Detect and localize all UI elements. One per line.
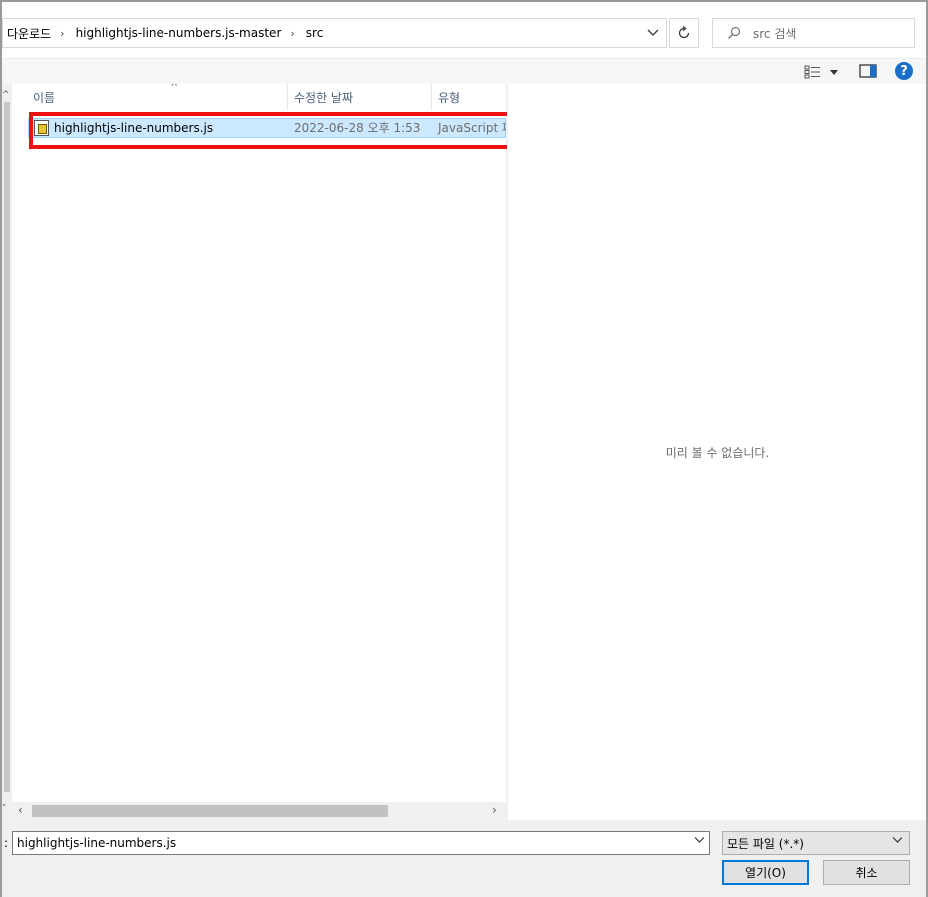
- filetype-select[interactable]: 모든 파일 (*.*): [722, 831, 910, 855]
- column-header-name-label: 이름: [33, 90, 56, 105]
- filetype-value: 모든 파일 (*.*): [727, 836, 804, 851]
- column-header-type-label: 유형: [438, 90, 461, 105]
- caret-down-icon: [830, 70, 838, 75]
- preview-pane-button[interactable]: [859, 64, 877, 80]
- search-icon: [727, 26, 741, 40]
- breadcrumb-separator-icon[interactable]: ›: [283, 27, 301, 40]
- details-view-icon: [804, 65, 820, 79]
- breadcrumb-separator-icon[interactable]: ›: [53, 27, 71, 40]
- chevron-down-icon[interactable]: [694, 836, 705, 847]
- column-header-modified-label: 수정한 날짜: [294, 90, 354, 105]
- column-header-name[interactable]: 이름 ^: [30, 84, 288, 110]
- chevron-down-icon[interactable]: [642, 24, 664, 42]
- filename-label: :: [4, 836, 9, 850]
- sort-ascending-icon: ^: [170, 84, 179, 93]
- search-box[interactable]: src 검색: [712, 18, 915, 48]
- bottom-bar: : highlightjs-line-numbers.js 모든 파일 (*.*…: [2, 820, 926, 897]
- open-button[interactable]: 열기(O): [722, 860, 809, 885]
- scroll-up-icon[interactable]: ^: [2, 90, 10, 100]
- search-placeholder: src 검색: [753, 26, 797, 41]
- nav-pane-scrollbar[interactable]: ^ ˅: [2, 84, 12, 820]
- help-button[interactable]: ?: [895, 62, 913, 80]
- file-open-dialog: 다운로드 › highlightjs-line-numbers.js-maste…: [0, 0, 928, 897]
- scroll-left-icon[interactable]: ‹: [18, 803, 23, 817]
- preview-message: 미리 볼 수 없습니다.: [665, 446, 770, 460]
- address-bar[interactable]: 다운로드 › highlightjs-line-numbers.js-maste…: [2, 18, 667, 48]
- command-bar: ?: [2, 58, 926, 84]
- file-list: 이름 ^ 수정한 날짜 유형 highlightjs-line-numbers.…: [12, 84, 506, 820]
- scroll-right-icon[interactable]: ›: [492, 803, 497, 817]
- column-header-modified[interactable]: 수정한 날짜: [288, 84, 432, 110]
- filename-value: highlightjs-line-numbers.js: [17, 836, 177, 850]
- refresh-button[interactable]: [669, 18, 699, 48]
- scrollbar-thumb[interactable]: [4, 102, 10, 792]
- highlight-box: [29, 112, 517, 149]
- preview-pane-icon: [859, 64, 877, 78]
- breadcrumb-project[interactable]: highlightjs-line-numbers.js-master: [72, 26, 284, 40]
- breadcrumb-downloads[interactable]: 다운로드: [3, 25, 53, 42]
- horizontal-scrollbar[interactable]: ‹ ›: [12, 802, 506, 820]
- filename-combobox[interactable]: highlightjs-line-numbers.js: [12, 831, 710, 855]
- breadcrumb-src[interactable]: src: [302, 26, 326, 40]
- preview-pane: 미리 볼 수 없습니다.: [507, 84, 926, 820]
- top-bar: 다운로드 › highlightjs-line-numbers.js-maste…: [2, 2, 926, 58]
- refresh-icon: [678, 26, 690, 39]
- horizontal-scrollbar-thumb[interactable]: [32, 805, 388, 817]
- scroll-down-icon[interactable]: ˅: [2, 804, 7, 814]
- column-header-type[interactable]: 유형: [432, 84, 506, 110]
- change-view-button[interactable]: [804, 64, 840, 80]
- chevron-down-icon[interactable]: [892, 836, 903, 847]
- cancel-button[interactable]: 취소: [823, 860, 910, 885]
